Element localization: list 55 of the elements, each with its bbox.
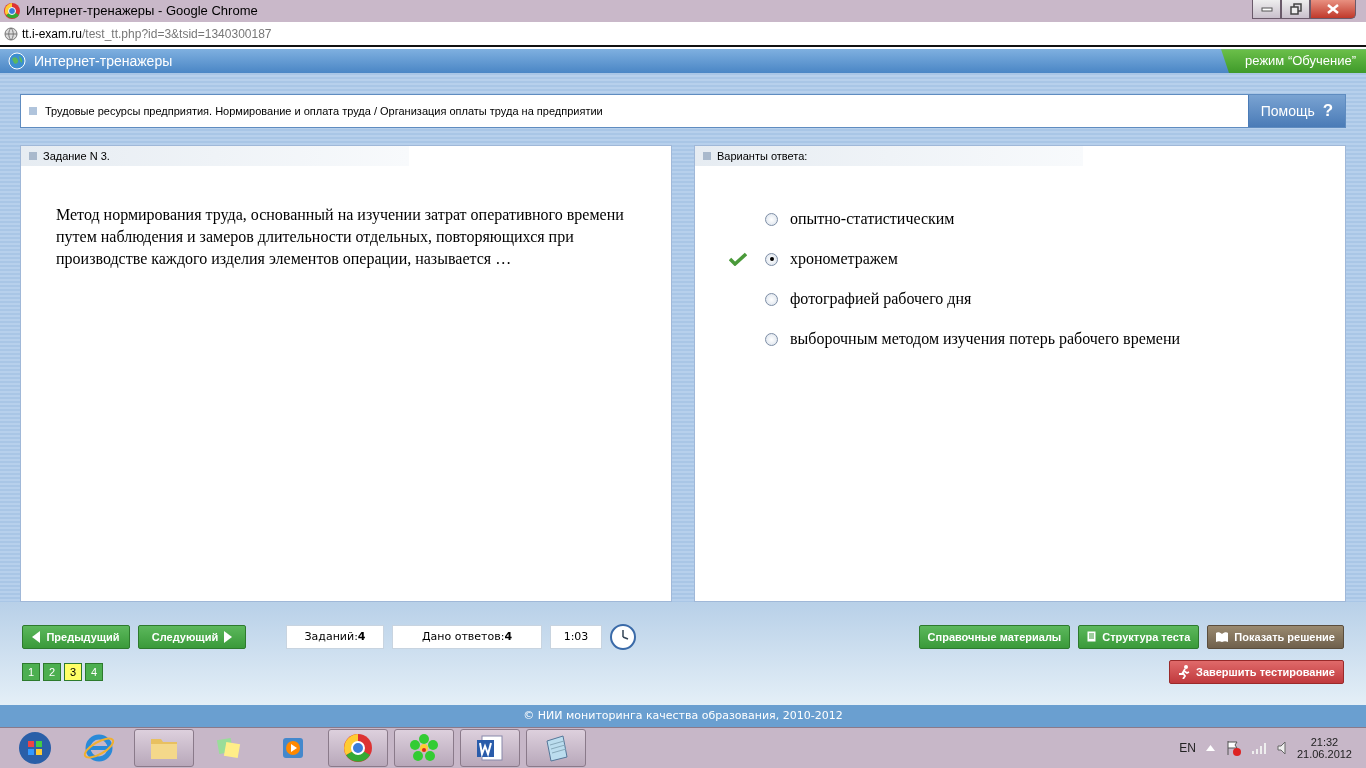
minimize-icon [1260,6,1273,12]
previous-button[interactable]: Предыдущий [22,624,130,649]
answer-option[interactable]: опытно-статистическим [790,210,955,229]
clock-icon [610,623,636,650]
clock-time[interactable]: 21:32 21.06.2012 [1296,735,1352,760]
app-title: Интернет-тренажеры [34,53,173,70]
start-button[interactable] [18,730,52,765]
browser-logo-icon [4,2,20,19]
answers-count: Дано ответов:4 [392,624,542,649]
restore-button[interactable] [1281,0,1310,19]
signal-bars-icon[interactable] [1250,741,1267,754]
panel-title: Варианты ответа: [717,150,808,163]
page-button[interactable]: 2 [43,662,61,681]
panel-title: Задание N 3. [43,150,110,163]
close-button[interactable] [1310,0,1356,19]
page-button[interactable]: 4 [85,662,103,681]
running-person-icon [1178,664,1191,679]
globe-logo-icon [8,52,26,71]
left-triangle-icon [32,630,41,643]
flag-icon[interactable] [1224,739,1241,756]
language-indicator[interactable]: EN [1179,740,1196,755]
globe-icon [4,26,18,41]
radio-button[interactable] [765,332,778,346]
footer-text: © НИИ мониторинга качества образования, 2010-2012 [0,704,1366,727]
up-arrow-icon[interactable] [1205,744,1215,751]
action-button[interactable]: Показать решение [1207,624,1344,649]
window-title: Интернет-тренажеры - Google Chrome [26,3,258,19]
square-bullet-icon [703,152,711,161]
next-button[interactable]: Следующий [138,624,246,649]
document-icon [1087,631,1097,643]
help-button[interactable]: Помощь ? [1248,95,1345,128]
minimize-button[interactable] [1252,0,1281,19]
question-text: Метод нормирования труда, основанный на изучении затрат оперативного времени путем наблюдения и замеров длительности отдельных, повторяющихся при производстве каждого изделия элементов операции, называется … [56,205,625,270]
tasks-count: Заданий:4 [286,624,384,649]
answer-option[interactable]: хронометражем [790,250,898,269]
url-path[interactable]: /test_tt.php?id=3&tsid=1340300187 [82,26,272,41]
mode-badge: режим “Обучение” [1221,49,1366,74]
page-button[interactable]: 3 [64,662,82,681]
speaker-icon[interactable] [1276,740,1287,755]
close-icon [1327,4,1339,14]
action-button[interactable]: Структура теста [1078,624,1200,649]
right-triangle-icon [224,630,233,643]
radio-button[interactable] [765,252,778,266]
restore-icon [1289,3,1302,15]
timer: 1:03 [550,624,602,649]
url-host[interactable]: tt.i-exam.ru [22,26,82,41]
radio-button[interactable] [765,212,778,226]
answer-option[interactable]: выборочным методом изучения потерь рабочего времени [790,330,1181,349]
finish-button[interactable]: Завершить тестирование [1169,659,1344,684]
action-button[interactable]: Справочные материалы [918,624,1071,649]
answer-option[interactable]: фотографией рабочего дня [790,290,972,309]
radio-button[interactable] [765,292,778,306]
page-button[interactable]: 1 [22,662,40,681]
square-bullet-icon [29,152,37,161]
book-icon [1216,631,1229,642]
